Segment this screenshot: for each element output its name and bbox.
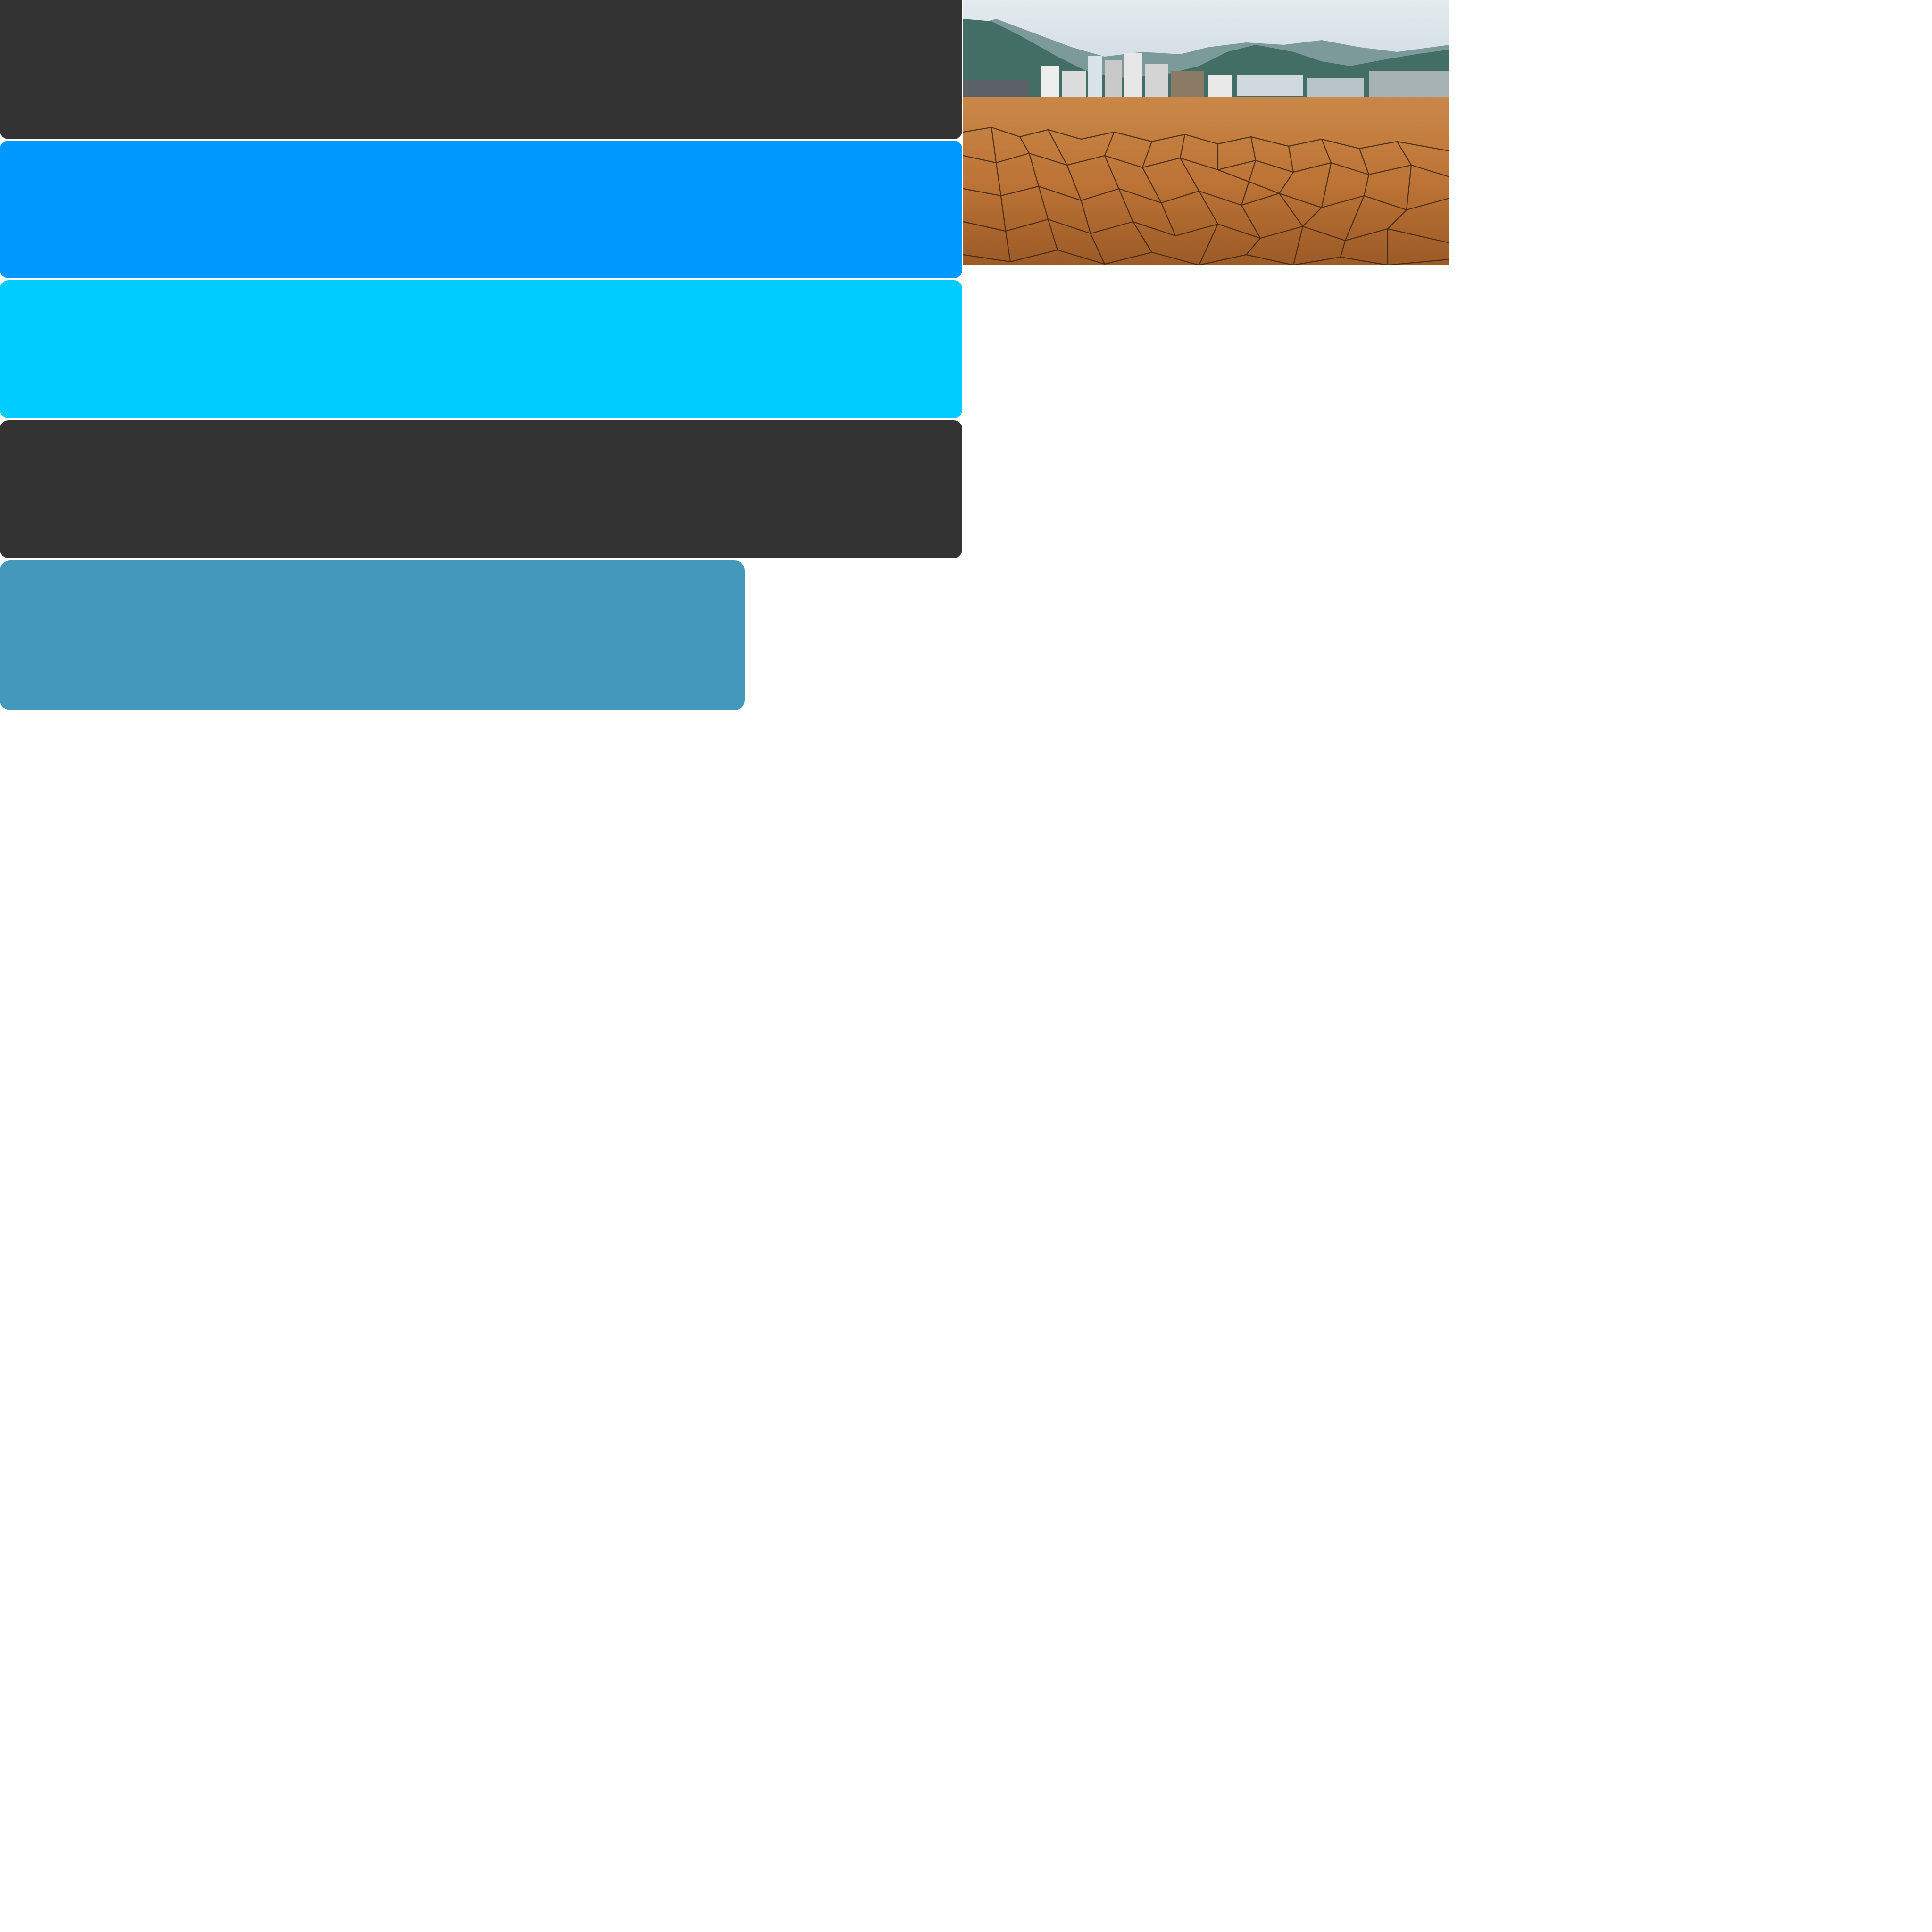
blue-panel: [0, 141, 962, 278]
dry-ground: [963, 97, 1449, 265]
dry-riverbed-image: [963, 0, 1449, 265]
cyan-panel: [0, 280, 962, 418]
dry-riverbed-photo: [963, 0, 1449, 265]
steel-blue-panel: [0, 560, 745, 710]
dark-panel-bottom: [0, 420, 962, 558]
dark-panel-top: [0, 0, 962, 139]
